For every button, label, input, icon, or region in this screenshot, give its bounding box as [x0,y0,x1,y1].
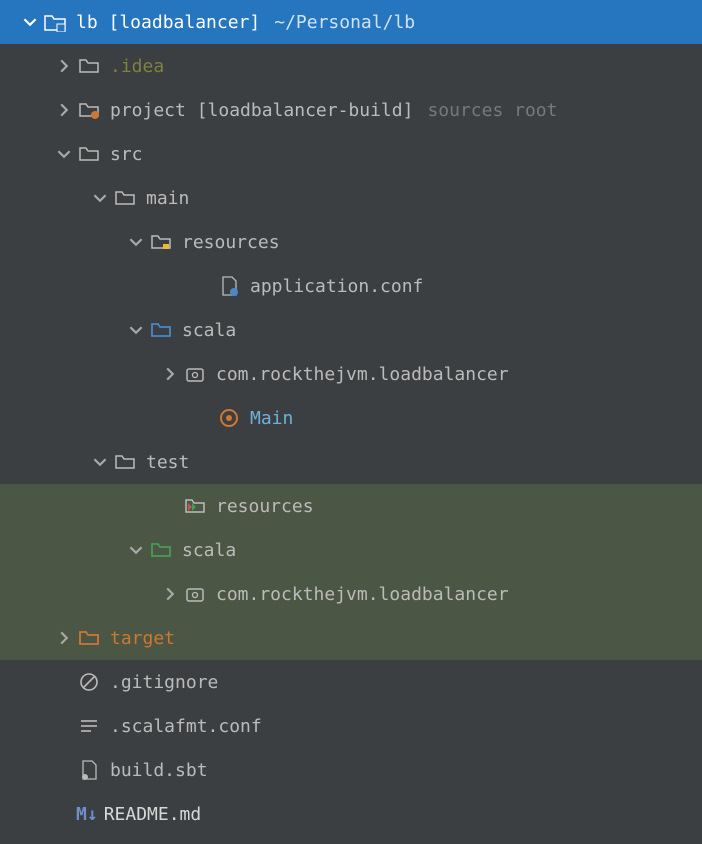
test-resources-folder-icon [182,493,208,519]
tree-row-test[interactable]: test [0,440,702,484]
tree-row-readme[interactable]: · M↓ README.md [0,792,702,836]
module-folder-icon [76,97,102,123]
resources-label: resources [182,232,280,253]
chevron-right-icon [158,587,182,601]
project-tree: lb [loadbalancer] ~/Personal/lb .idea pr… [0,0,702,836]
folder-icon [76,141,102,167]
root-label: lb [loadbalancer] [76,12,260,33]
chevron-down-icon [124,323,148,337]
project-label: project [loadbalancer-build] [110,100,413,121]
tree-row-gitignore[interactable]: · .gitignore [0,660,702,704]
tree-row-scala-src[interactable]: scala [0,308,702,352]
scala-object-icon [216,405,242,431]
package-icon [182,581,208,607]
ignore-file-icon [76,669,102,695]
test-source-folder-icon [148,537,174,563]
chevron-down-icon [52,147,76,161]
tree-row-idea[interactable]: .idea [0,44,702,88]
resources-folder-icon [148,229,174,255]
sbt-file-icon [76,757,102,783]
src-label: src [110,144,143,165]
appconf-label: application.conf [250,276,423,297]
gitignore-label: .gitignore [110,672,218,693]
root-path: ~/Personal/lb [274,12,415,33]
tree-row-buildsbt[interactable]: · build.sbt [0,748,702,792]
text-file-icon [76,713,102,739]
package-icon [182,361,208,387]
chevron-down-icon [124,543,148,557]
test-label: test [146,452,189,473]
buildsbt-label: build.sbt [110,760,208,781]
tree-row-test-package[interactable]: com.rockthejvm.loadbalancer [0,572,702,616]
chevron-right-icon [158,367,182,381]
test-resources-label: resources [216,496,314,517]
folder-icon [112,449,138,475]
module-folder-icon [42,9,68,35]
scala-src-label: scala [182,320,236,341]
chevron-right-icon [52,631,76,645]
tree-row-src[interactable]: src [0,132,702,176]
target-label: target [110,628,175,649]
chevron-down-icon [88,191,112,205]
test-scala-label: scala [182,540,236,561]
tree-row-main-file[interactable]: · Main [0,396,702,440]
package-label: com.rockthejvm.loadbalancer [216,364,509,385]
chevron-down-icon [124,235,148,249]
test-package-label: com.rockthejvm.loadbalancer [216,584,509,605]
tree-row-target[interactable]: target [0,616,702,660]
excluded-folder-icon [76,625,102,651]
chevron-right-icon [52,59,76,73]
main-file-label: Main [250,408,293,429]
readme-label: README.md [104,804,202,825]
tree-row-resources[interactable]: resources [0,220,702,264]
chevron-down-icon [18,15,42,29]
tree-row-test-scala[interactable]: scala [0,528,702,572]
tree-row-appconf[interactable]: · application.conf [0,264,702,308]
project-suffix: sources root [427,100,557,121]
main-label: main [146,188,189,209]
conf-file-icon [216,273,242,299]
scalafmt-label: .scalafmt.conf [110,716,262,737]
markdown-icon: M↓ [76,804,98,825]
tree-row-main[interactable]: main [0,176,702,220]
source-folder-icon [148,317,174,343]
chevron-down-icon [88,455,112,469]
tree-row-package[interactable]: com.rockthejvm.loadbalancer [0,352,702,396]
idea-label: .idea [110,56,164,77]
tree-row-root[interactable]: lb [loadbalancer] ~/Personal/lb [0,0,702,44]
folder-icon [112,185,138,211]
tree-row-test-resources[interactable]: · resources [0,484,702,528]
tree-row-project[interactable]: project [loadbalancer-build] sources roo… [0,88,702,132]
folder-icon [76,53,102,79]
tree-row-scalafmt[interactable]: · .scalafmt.conf [0,704,702,748]
chevron-right-icon [52,103,76,117]
